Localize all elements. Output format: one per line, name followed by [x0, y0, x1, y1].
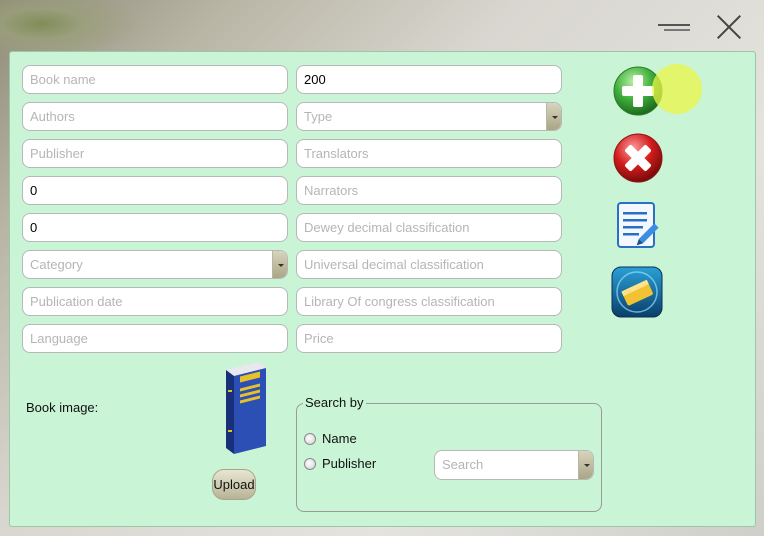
publisher-field-text: Publisher [30, 146, 85, 161]
search-by-legend: Search by [303, 395, 366, 411]
price-field-text: Price [304, 331, 334, 346]
authors-field[interactable]: Authors [22, 102, 288, 131]
chevron-down-icon[interactable] [272, 251, 287, 278]
price-field[interactable]: Price [296, 324, 562, 353]
close-icon[interactable] [712, 10, 746, 44]
print-icon[interactable] [610, 265, 663, 318]
authors-field-text: Authors [30, 109, 75, 124]
left-number-field-2[interactable]: 0 [22, 213, 288, 242]
search-combo-placeholder: Search [442, 457, 484, 472]
left-number-field-1[interactable]: 0 [22, 176, 288, 205]
type-combo[interactable]: Type [296, 102, 562, 131]
category-combo-text: Category [30, 257, 83, 272]
book-image-label: Book image: [26, 400, 99, 415]
language-field[interactable]: Language [22, 324, 288, 353]
narrators-field[interactable]: Narrators [296, 176, 562, 205]
right-number-field[interactable]: 200 [296, 65, 562, 94]
type-combo-text: Type [304, 109, 333, 124]
publication-date-field-text: Publication date [30, 294, 123, 309]
radio-button[interactable] [304, 432, 316, 445]
radio-button[interactable] [304, 457, 316, 470]
book-name-field[interactable]: Book name [22, 65, 288, 94]
library-of-congress-field-text: Library Of congress classification [304, 294, 495, 309]
publisher-field[interactable]: Publisher [22, 139, 288, 168]
universal-decimal-field-text: Universal decimal classification [304, 257, 484, 272]
radio-label-name: Name [322, 431, 357, 446]
minimize-icon[interactable] [654, 18, 694, 38]
edit-icon[interactable] [612, 200, 664, 252]
translators-field[interactable]: Translators [296, 139, 562, 168]
search-by-name-radio[interactable]: Name [304, 431, 357, 446]
radio-label-publisher: Publisher [322, 456, 377, 471]
dewey-field-text: Dewey decimal classification [304, 220, 470, 235]
upload-button[interactable]: Upload [212, 469, 256, 500]
translators-field-text: Translators [304, 146, 369, 161]
narrators-field-text: Narrators [304, 183, 359, 198]
book-form-panel: Book name Authors Publisher 0 0 Category Publi… [9, 51, 756, 527]
category-combo[interactable]: Category [22, 250, 288, 279]
delete-icon[interactable] [612, 132, 664, 184]
dewey-field[interactable]: Dewey decimal classification [296, 213, 562, 242]
book-icon [218, 360, 270, 463]
left-number-field-1-text: 0 [30, 183, 38, 198]
search-by-group: Search by Name Publisher Search [296, 395, 602, 512]
right-number-field-text: 200 [304, 72, 326, 87]
left-number-field-2-text: 0 [30, 220, 38, 235]
chevron-down-icon[interactable] [578, 451, 593, 479]
add-icon[interactable] [612, 65, 664, 117]
universal-decimal-field[interactable]: Universal decimal classification [296, 250, 562, 279]
publication-date-field[interactable]: Publication date [22, 287, 288, 316]
library-of-congress-field[interactable]: Library Of congress classification [296, 287, 562, 316]
search-combo[interactable]: Search [434, 450, 594, 480]
book-name-field-text: Book name [30, 72, 96, 87]
chevron-down-icon[interactable] [546, 103, 561, 130]
language-field-text: Language [30, 331, 88, 346]
search-by-publisher-radio[interactable]: Publisher [304, 456, 376, 471]
